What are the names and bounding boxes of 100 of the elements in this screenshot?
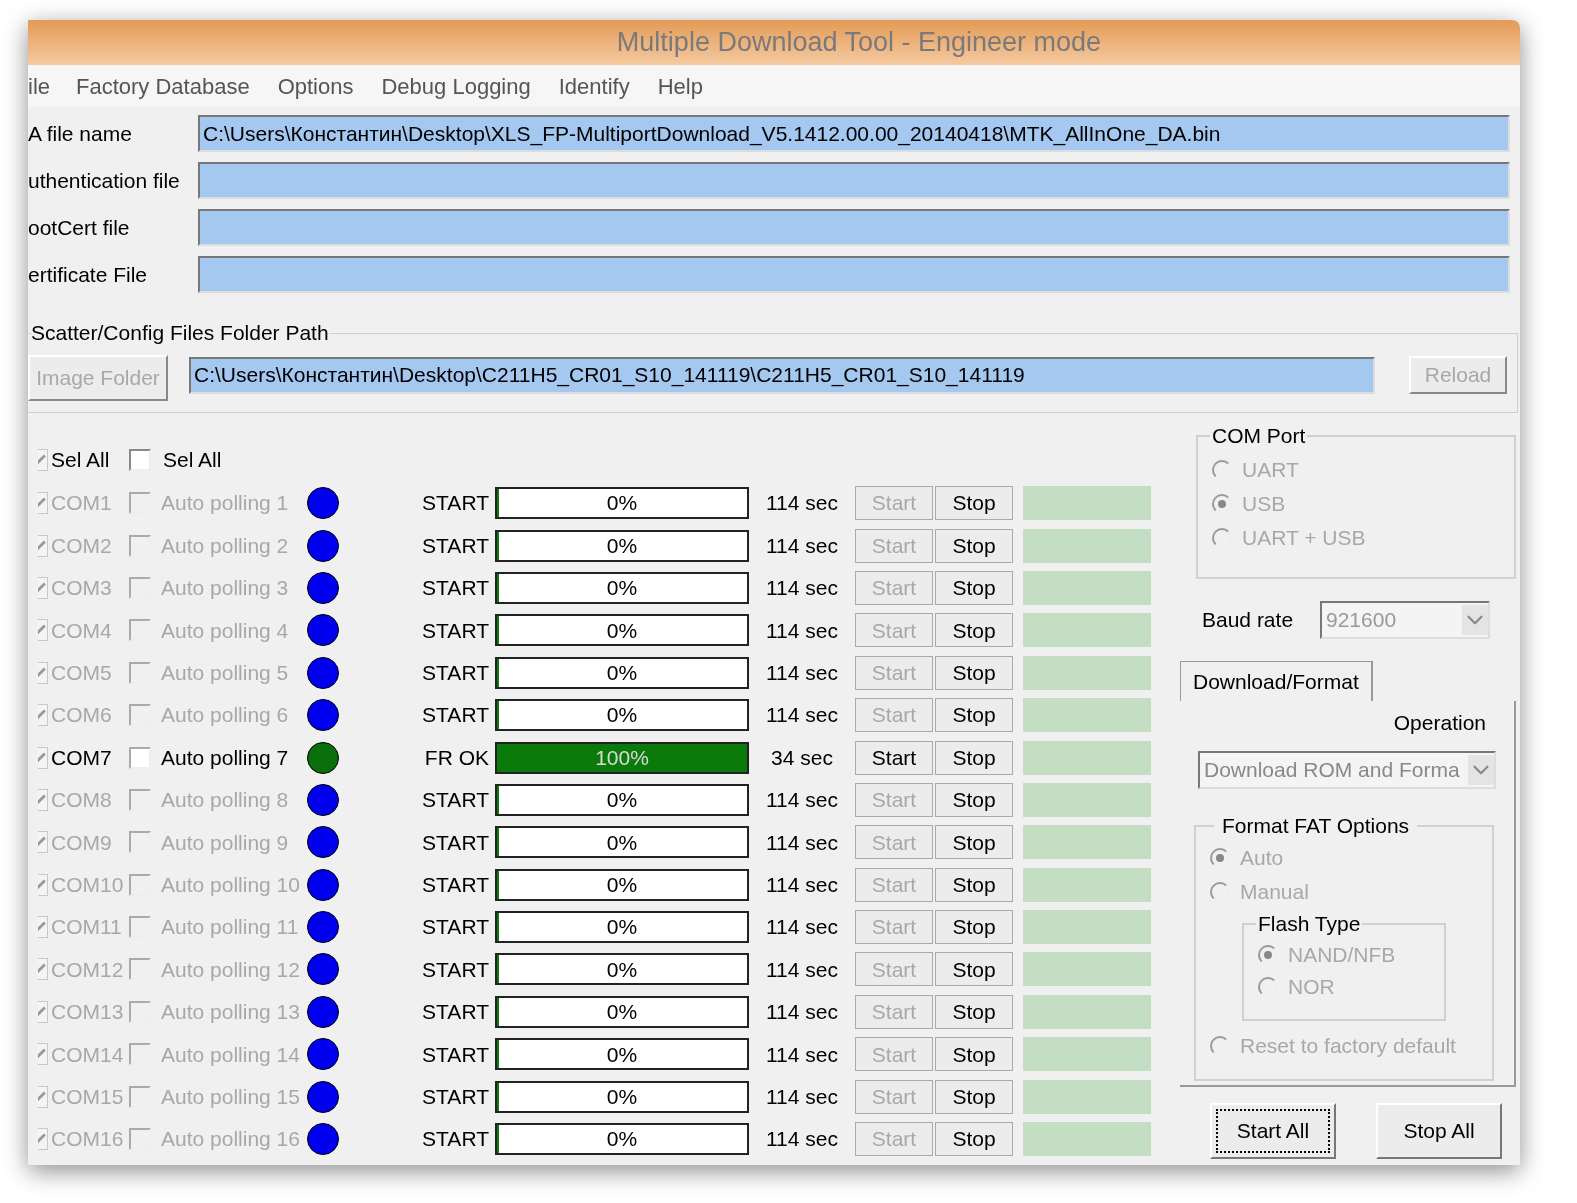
progress-percent: 0% xyxy=(605,829,639,856)
port-label: COM14 xyxy=(51,1041,125,1068)
check-icon xyxy=(38,921,46,934)
radio-label: UART xyxy=(1242,457,1299,484)
progress-percent: 0% xyxy=(605,617,639,644)
port-label: COM8 xyxy=(51,787,113,814)
progress-percent: 100% xyxy=(594,744,650,771)
field-label: uthentication file xyxy=(28,167,181,194)
check-icon xyxy=(38,1005,46,1018)
checkbox-label: Auto polling 16 xyxy=(161,1126,301,1153)
progress-percent: 0% xyxy=(605,490,639,517)
check-icon xyxy=(38,793,46,806)
port-label: COM13 xyxy=(51,999,125,1026)
checkbox-label: Auto polling 12 xyxy=(161,956,301,983)
checkbox-label: Auto polling 13 xyxy=(161,999,301,1026)
radio-label: NOR xyxy=(1288,973,1335,1000)
checkbox[interactable] xyxy=(129,746,151,769)
status-label: START xyxy=(421,617,489,644)
time-label: 114 sec xyxy=(765,787,839,814)
start-all-button[interactable]: Start All xyxy=(1210,1103,1336,1159)
port-label: COM16 xyxy=(51,1126,125,1153)
status-label: START xyxy=(421,871,489,898)
checkbox-label: Auto polling 11 xyxy=(161,914,300,941)
file-path-field[interactable]: C:\Users\Константин\Desktop\XLS_FP-MultiportDownload_V5.1412.00.00_20140418\MTK_AllInOne_DA.bin xyxy=(198,115,1510,152)
stop-button[interactable]: Stop xyxy=(935,740,1013,775)
check-icon xyxy=(38,539,46,552)
check-icon xyxy=(38,963,46,976)
time-label: 114 sec xyxy=(765,660,839,686)
status-label: START xyxy=(421,956,489,983)
status-label: START xyxy=(421,829,489,856)
menu-item[interactable]: Identify xyxy=(558,69,630,103)
time-label: 34 sec xyxy=(770,744,834,771)
checkbox-label: Auto polling 14 xyxy=(161,1041,301,1068)
checkbox-label: Auto polling 1 xyxy=(161,490,290,517)
time-label: 114 sec xyxy=(765,1041,839,1068)
check-icon xyxy=(38,709,46,722)
port-label: COM15 xyxy=(51,1083,125,1110)
folder-path-field[interactable]: C:\Users\Константин\Desktop\C211H5_CR01_S10_141119\C211H5_CR01_S10_141119 xyxy=(189,356,1375,394)
status-label: START xyxy=(421,1041,489,1068)
checkbox-label: Auto polling 7 xyxy=(161,744,290,771)
check-icon xyxy=(38,624,46,637)
radio-label: Manual xyxy=(1240,878,1309,905)
menu-item[interactable]: Options xyxy=(277,69,354,103)
start-button[interactable]: Start xyxy=(855,740,933,775)
file-path-field[interactable] xyxy=(198,162,1510,199)
port-label: COM9 xyxy=(51,829,113,856)
status-label: START xyxy=(421,1083,489,1110)
tab[interactable]: Download/Format xyxy=(1180,661,1373,701)
status-label: START xyxy=(421,532,489,559)
radio-label: UART + USB xyxy=(1242,525,1366,552)
status-label: START xyxy=(421,999,489,1026)
time-label: 114 sec xyxy=(765,617,839,644)
radio-label: Reset to factory default xyxy=(1240,1032,1456,1059)
progress-percent: 0% xyxy=(605,532,639,559)
checkbox[interactable] xyxy=(38,448,48,471)
check-icon xyxy=(38,581,46,594)
port-label: COM10 xyxy=(51,871,125,898)
port-label: COM5 xyxy=(51,660,113,686)
status-label: START xyxy=(421,787,489,814)
check-icon xyxy=(38,666,46,679)
checkbox-label: Auto polling 8 xyxy=(161,787,290,814)
file-path-field[interactable] xyxy=(198,256,1510,293)
menu-item[interactable]: ile xyxy=(28,69,50,103)
checkbox[interactable] xyxy=(129,448,151,471)
progress-percent: 0% xyxy=(605,787,639,814)
time-label: 114 sec xyxy=(765,871,839,898)
check-icon xyxy=(38,497,46,510)
progress-percent: 0% xyxy=(605,1041,639,1068)
checkbox-label: Auto polling 6 xyxy=(161,702,290,729)
stop-all-button[interactable]: Stop All xyxy=(1376,1103,1502,1159)
status-label: START xyxy=(421,1126,489,1153)
menu-item[interactable]: Factory Database xyxy=(76,69,250,103)
file-path-field[interactable] xyxy=(198,209,1510,246)
checkbox-label: Auto polling 9 xyxy=(161,829,290,856)
port-label: COM2 xyxy=(51,532,113,559)
check-icon xyxy=(38,453,46,466)
time-label: 114 sec xyxy=(765,914,839,941)
field-label: Baud rate xyxy=(1202,607,1295,634)
menu-item[interactable]: Help xyxy=(657,69,703,103)
time-label: 114 sec xyxy=(765,999,839,1026)
time-label: 114 sec xyxy=(765,1126,839,1153)
status-label: FR OK xyxy=(423,744,489,771)
time-label: 114 sec xyxy=(765,702,839,729)
checkbox[interactable] xyxy=(38,746,48,769)
checkbox-label: Auto polling 15 xyxy=(161,1083,301,1110)
check-icon xyxy=(38,836,46,849)
progress-percent: 0% xyxy=(605,999,639,1026)
menu-item[interactable]: Debug Logging xyxy=(381,69,531,103)
port-label: COM12 xyxy=(51,956,125,983)
field-label: Operation xyxy=(1393,710,1486,736)
check-icon xyxy=(38,1048,46,1061)
status-label: START xyxy=(421,914,489,941)
time-label: 114 sec xyxy=(765,829,839,856)
check-icon xyxy=(38,1090,46,1103)
radio-label: Auto xyxy=(1240,844,1284,871)
status-label: START xyxy=(421,660,489,686)
port-label: COM3 xyxy=(51,575,113,602)
time-label: 114 sec xyxy=(765,956,839,983)
field-label: ertificate File xyxy=(28,261,149,288)
time-label: 114 sec xyxy=(765,532,839,559)
